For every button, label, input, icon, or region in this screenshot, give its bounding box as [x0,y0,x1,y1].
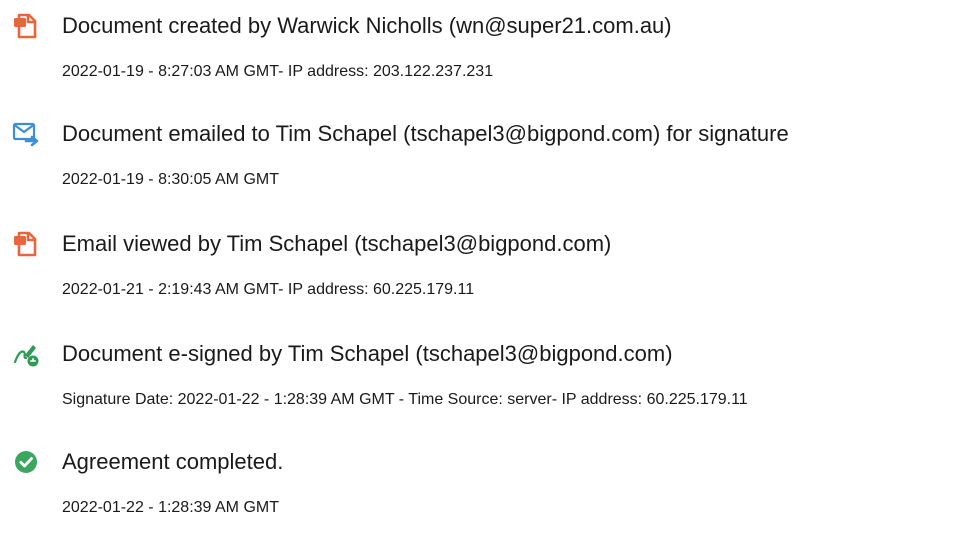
event-detail: 2022-01-19 - 8:27:03 AM GMT- IP address:… [62,63,494,80]
event-detail: Signature Date: 2022-01-22 - 1:28:39 AM … [62,391,748,408]
event-title: Document emailed to Tim Schapel (tschape… [62,121,789,146]
event-title: Document created by Warwick Nicholls (wn… [62,13,672,38]
document-created-icon [12,12,40,40]
check-circle-icon [12,448,40,476]
event-detail: 2022-01-22 - 1:28:39 AM GMT [62,499,279,516]
event-title: Email viewed by Tim Schapel (tschapel3@b… [62,231,612,256]
event-title: Agreement completed. [62,449,284,474]
event-detail: 2022-01-19 - 8:30:05 AM GMT [62,171,279,188]
e-sign-pen-icon [12,340,40,368]
document-viewed-icon [12,230,40,258]
email-sent-icon [12,120,40,148]
event-detail: 2022-01-21 - 2:19:43 AM GMT- IP address:… [62,281,475,298]
event-title: Document e-signed by Tim Schapel (tschap… [62,341,673,366]
